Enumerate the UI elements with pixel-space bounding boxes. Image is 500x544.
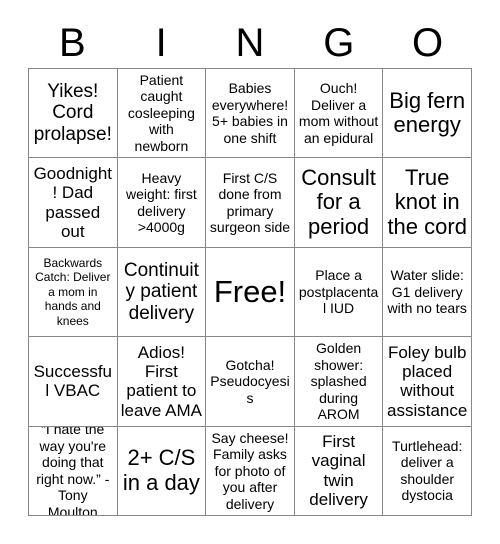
bingo-cell-label: Foley bulb placed without assistance (387, 342, 468, 420)
bingo-cell[interactable]: Place a postplacental IUD (294, 247, 384, 338)
bingo-cell-label: Babies everywhere! 5+ babies in one shif… (211, 80, 289, 146)
bingo-cell-label: Heavy weight: first delivery >4000g (125, 169, 197, 236)
bingo-grid: Yikes! Cord prolapse! Patient caught cosl… (28, 68, 472, 516)
bingo-cell[interactable]: Ouch! Deliver a mom without an epidural (294, 69, 384, 159)
bingo-cell[interactable]: First vaginal twin delivery (294, 426, 384, 516)
bingo-cell[interactable]: Babies everywhere! 5+ babies in one shif… (206, 69, 295, 159)
bingo-cell[interactable]: Yikes! Cord prolapse! (29, 69, 118, 159)
bingo-cell[interactable]: Continuity patient delivery (117, 247, 207, 338)
bingo-cell-label: First vaginal twin delivery (309, 432, 368, 510)
bingo-cell[interactable]: Foley bulb placed without assistance (383, 337, 472, 427)
bingo-cell-label: True knot in the cord (387, 164, 467, 239)
bingo-card: B I N G O Yikes! Cord prolapse! Patient c… (0, 0, 500, 544)
bingo-cell-label: Yikes! Cord prolapse! (33, 80, 112, 146)
bingo-cell-label: Free! (213, 273, 287, 309)
bingo-cell[interactable]: 2+ C/S in a day (117, 426, 207, 516)
bingo-cell-label: Gotcha! Pseudocyesis (210, 356, 290, 406)
bingo-cell-label: Adios! First patient to leave AMA (120, 342, 203, 420)
bingo-cell-label: Continuity patient delivery (123, 259, 199, 324)
bingo-cell-label: “I hate the way you're doing that right … (36, 426, 110, 516)
bingo-cell-label: Ouch! Deliver a mom without an epidural (298, 80, 379, 146)
header-letter-n: N (235, 21, 265, 65)
header-letter-g: G (323, 21, 355, 65)
bingo-cell[interactable]: True knot in the cord (383, 158, 472, 248)
bingo-header: B I N G O (28, 18, 472, 68)
bingo-cell-label: Patient caught cosleeping with newborn (127, 71, 195, 154)
bingo-cell[interactable]: Backwards Catch: Deliver a mom in hands … (29, 247, 118, 338)
bingo-cell-label: Place a postplacental IUD (298, 267, 379, 317)
bingo-cell[interactable]: Big fern energy (383, 69, 472, 159)
header-letter-i: I (155, 21, 167, 65)
bingo-cell[interactable]: Consult for a period (294, 158, 384, 248)
bingo-cell[interactable]: Golden shower: splashed during AROM (294, 337, 384, 427)
bingo-cell-label: 2+ C/S in a day (122, 445, 200, 495)
bingo-cell[interactable]: Water slide: G1 delivery with no tears (383, 247, 472, 338)
bingo-cell-label: Turtlehead: deliver a shoulder dystocia (392, 437, 463, 504)
bingo-cell[interactable]: Patient caught cosleeping with newborn (117, 69, 207, 159)
bingo-cell-label: Successful VBAC (33, 362, 113, 401)
bingo-cell-label: Goodnight! Dad passed out (33, 163, 113, 241)
bingo-cell-label: Golden shower: splashed during AROM (310, 340, 367, 423)
bingo-cell-label: Big fern energy (389, 87, 466, 138)
bingo-cell[interactable]: Say cheese! Family asks for photo of you… (206, 426, 295, 516)
header-letter-o: O (412, 21, 444, 65)
bingo-cell[interactable]: Successful VBAC (29, 337, 118, 427)
header-letter-b: B (59, 21, 86, 65)
bingo-cell-label: First C/S done from primary surgeon side (209, 169, 291, 236)
bingo-cell[interactable]: Heavy weight: first delivery >4000g (117, 158, 207, 248)
bingo-cell[interactable]: Turtlehead: deliver a shoulder dystocia (383, 426, 472, 516)
bingo-cell-free[interactable]: Free! (206, 247, 295, 338)
bingo-cell[interactable]: Gotcha! Pseudocyesis (206, 337, 295, 427)
bingo-cell-label: Consult for a period (301, 164, 376, 239)
bingo-cell-label: Say cheese! Family asks for photo of you… (211, 429, 289, 512)
bingo-cell-label: Water slide: G1 delivery with no tears (387, 267, 467, 317)
bingo-cell[interactable]: Goodnight! Dad passed out (29, 158, 118, 248)
bingo-cell[interactable]: First C/S done from primary surgeon side (206, 158, 295, 248)
bingo-cell[interactable]: “I hate the way you're doing that right … (29, 426, 118, 516)
bingo-cell[interactable]: Adios! First patient to leave AMA (117, 337, 207, 427)
bingo-cell-label: Backwards Catch: Deliver a mom in hands … (35, 256, 111, 328)
